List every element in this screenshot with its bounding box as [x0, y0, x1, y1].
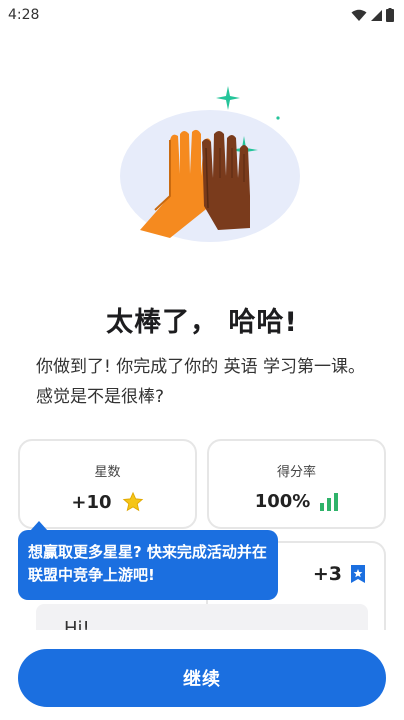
status-bar: 4:28: [0, 0, 404, 30]
score-rate-label: 得分率: [276, 465, 316, 480]
league-value: +3: [312, 563, 342, 585]
continue-button[interactable]: 继续: [18, 649, 386, 707]
star-icon: [122, 491, 143, 512]
bar-chart-icon: [320, 492, 339, 511]
league-badge-icon: [351, 565, 365, 583]
status-icons: [351, 8, 394, 22]
lesson-complete-message: 你做到了! 你完成了你的 英语 学习第一课。感觉是不是很棒?: [36, 357, 366, 407]
score-rate-value: 100%: [254, 491, 311, 512]
league-value-row: +3: [313, 563, 366, 585]
stars-value: +10: [71, 491, 112, 513]
status-time: 4:28: [8, 7, 40, 23]
battery-icon: [386, 8, 394, 22]
stars-value-row: +10: [20, 491, 195, 513]
score-rate-card: 得分率 100%: [207, 439, 386, 529]
signal-icon: [371, 9, 382, 21]
stars-card: 星数 +10: [18, 439, 197, 529]
wifi-icon: [351, 9, 367, 21]
high-five-illustration: [120, 86, 300, 242]
stars-label: 星数: [94, 465, 121, 480]
sparkle-icon: [216, 86, 240, 110]
tooltip[interactable]: 想赢取更多星星? 快来完成活动并在联盟中竞争上游吧!: [18, 530, 278, 600]
score-rate-value-row: 100%: [209, 491, 384, 512]
page-title: 太棒了， 哈哈!: [106, 307, 298, 338]
